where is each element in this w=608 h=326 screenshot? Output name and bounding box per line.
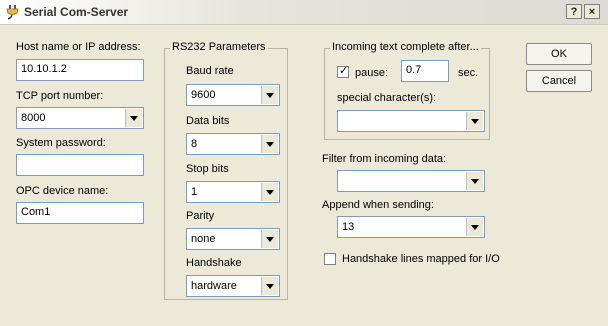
password-label: System password:	[16, 137, 106, 149]
data-bits-combo[interactable]: 8	[186, 133, 280, 155]
chevron-down-icon[interactable]	[261, 86, 278, 104]
window-title: Serial Com-Server	[24, 5, 129, 19]
chevron-down-icon[interactable]	[466, 172, 483, 190]
pause-unit-label: sec.	[458, 67, 479, 79]
incoming-text-legend: Incoming text complete after...	[330, 41, 481, 53]
tcp-port-value: 8000	[21, 112, 46, 124]
handshake-combo[interactable]: hardware	[186, 275, 280, 297]
opc-name-input[interactable]: Com1	[16, 202, 144, 224]
parity-value: none	[191, 233, 216, 245]
special-chars-combo[interactable]	[337, 110, 485, 132]
host-label: Host name or IP address:	[16, 41, 141, 53]
chevron-down-icon[interactable]	[261, 230, 278, 248]
help-button[interactable]: ?	[566, 4, 582, 19]
baud-rate-value: 9600	[191, 89, 216, 101]
handshake-value: hardware	[191, 280, 237, 292]
filter-label: Filter from incoming data:	[322, 153, 447, 165]
title-bar[interactable]: Serial Com-Server ? ×	[0, 0, 608, 25]
filter-combo[interactable]	[337, 170, 485, 192]
password-input[interactable]	[16, 154, 144, 176]
special-chars-label: special character(s):	[337, 92, 437, 104]
handshake-lines-checkbox[interactable]	[324, 253, 336, 265]
handshake-lines-label: Handshake lines mapped for I/O	[342, 253, 500, 265]
data-bits-value: 8	[191, 138, 198, 150]
checkmark-icon: ✓	[339, 65, 349, 77]
chevron-down-icon[interactable]	[261, 183, 278, 201]
handshake-label: Handshake	[186, 257, 242, 269]
chevron-down-icon[interactable]	[261, 135, 278, 153]
parity-combo[interactable]: none	[186, 228, 280, 250]
stop-bits-label: Stop bits	[186, 163, 229, 175]
ok-button[interactable]: OK	[526, 43, 592, 65]
chevron-down-icon[interactable]	[125, 109, 142, 127]
chevron-down-icon[interactable]	[466, 218, 483, 236]
cancel-button[interactable]: Cancel	[526, 70, 592, 92]
pause-checkbox[interactable]: ✓	[337, 65, 349, 78]
append-value: 13	[342, 221, 355, 233]
data-bits-label: Data bits	[186, 115, 230, 127]
parity-label: Parity	[186, 210, 215, 222]
stop-bits-value: 1	[191, 186, 198, 198]
baud-rate-label: Baud rate	[186, 65, 234, 77]
plug-icon	[6, 5, 19, 20]
baud-rate-combo[interactable]: 9600	[186, 84, 280, 106]
chevron-down-icon[interactable]	[466, 112, 483, 130]
opc-name-label: OPC device name:	[16, 185, 109, 197]
host-input[interactable]: 10.10.1.2	[16, 59, 144, 81]
append-combo[interactable]: 13	[337, 216, 485, 238]
tcp-port-label: TCP port number:	[16, 90, 104, 102]
close-button[interactable]: ×	[584, 4, 600, 19]
append-label: Append when sending:	[322, 199, 434, 211]
stop-bits-combo[interactable]: 1	[186, 181, 280, 203]
chevron-down-icon[interactable]	[261, 277, 278, 295]
pause-input[interactable]: 0.7	[401, 60, 449, 82]
pause-label: pause:	[355, 67, 389, 79]
dialog-window: Serial Com-Server ? × Host name or IP ad…	[0, 0, 608, 326]
rs232-legend: RS232 Parameters	[170, 41, 268, 53]
tcp-port-combo[interactable]: 8000	[16, 107, 144, 129]
